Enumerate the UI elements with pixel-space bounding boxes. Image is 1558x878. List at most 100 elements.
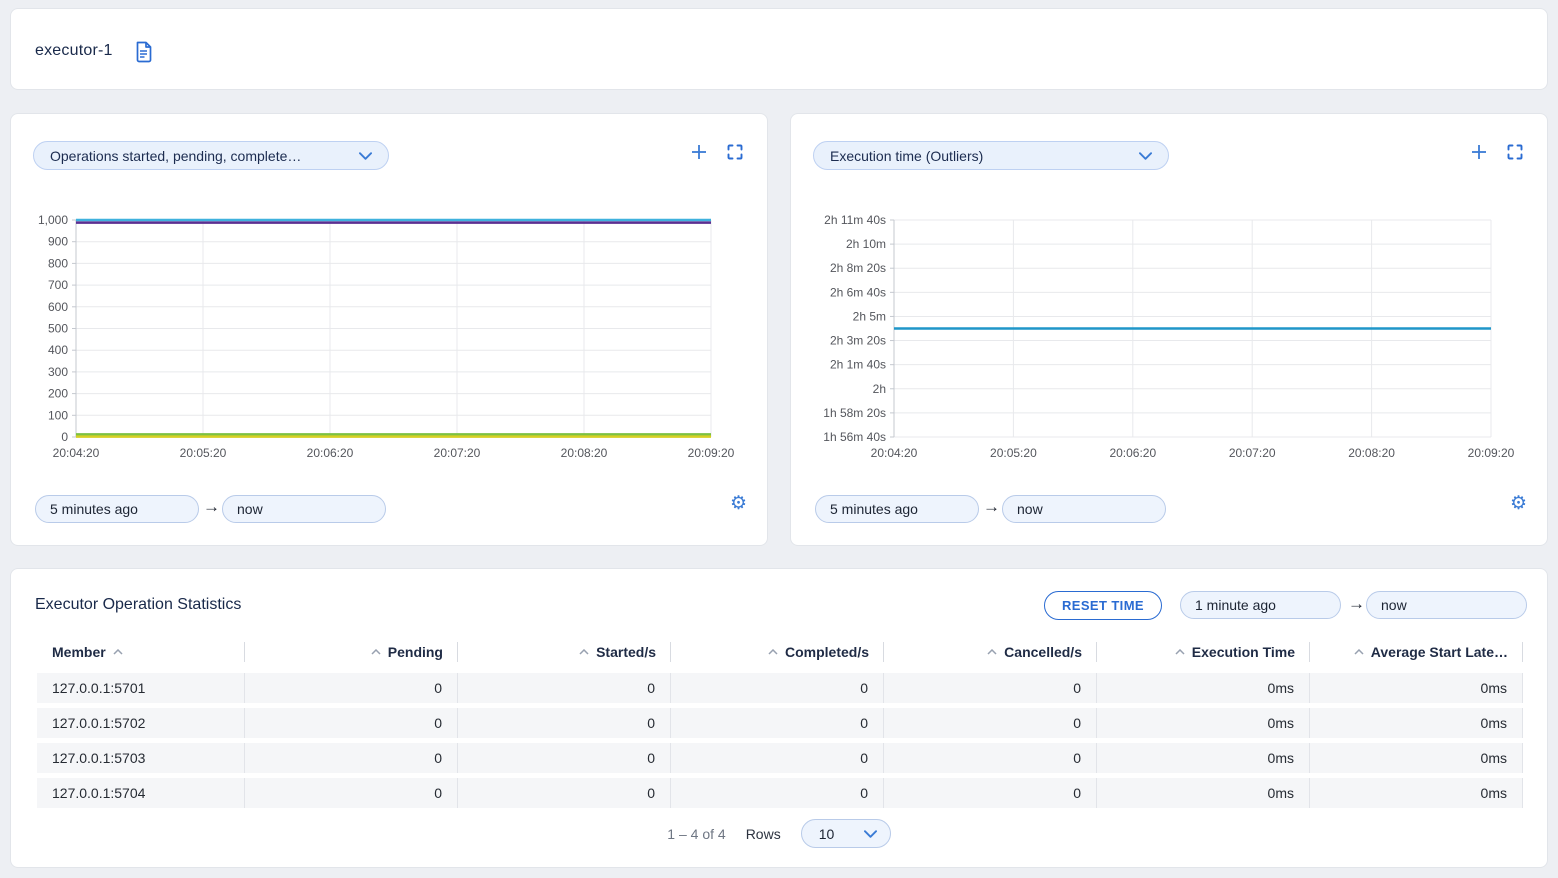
table-row[interactable]: 127.0.0.1:570100000ms0ms — [37, 673, 1523, 703]
svg-text:2h: 2h — [873, 382, 886, 396]
settings-gear-icon[interactable]: ⚙ — [730, 494, 747, 513]
value-cell: 0 — [245, 778, 458, 808]
value-cell: 0ms — [1097, 708, 1310, 738]
svg-text:600: 600 — [48, 300, 68, 314]
arrow-right-icon: → — [1348, 594, 1365, 614]
metric-select-execution-time[interactable]: Execution time (Outliers) — [813, 141, 1169, 170]
member-cell: 127.0.0.1:5701 — [37, 673, 245, 703]
svg-text:2h 11m 40s: 2h 11m 40s — [824, 213, 886, 227]
entity-header-card: executor-1 — [10, 8, 1548, 90]
svg-text:400: 400 — [48, 343, 68, 357]
svg-text:20:04:20: 20:04:20 — [871, 446, 918, 460]
pagination-range: 1 – 4 of 4 — [667, 826, 725, 842]
metric-select-operations[interactable]: Operations started, pending, complete… — [33, 141, 389, 170]
column-header-member[interactable]: Member — [37, 642, 245, 662]
svg-text:1,000: 1,000 — [38, 213, 68, 227]
value-cell: 0ms — [1310, 708, 1523, 738]
svg-text:2h 10m: 2h 10m — [846, 237, 886, 251]
document-icon[interactable] — [133, 41, 153, 63]
value-cell: 0ms — [1097, 673, 1310, 703]
svg-text:0: 0 — [61, 430, 68, 444]
svg-text:20:05:20: 20:05:20 — [180, 446, 227, 460]
arrow-right-icon: → — [983, 497, 1000, 517]
time-from-input[interactable] — [815, 495, 979, 523]
svg-text:300: 300 — [48, 365, 68, 379]
column-header-execution-time[interactable]: Execution Time — [1097, 642, 1310, 662]
fullscreen-icon[interactable] — [727, 144, 743, 160]
svg-text:20:08:20: 20:08:20 — [1348, 446, 1395, 460]
arrow-right-icon: → — [203, 497, 220, 517]
svg-text:20:05:20: 20:05:20 — [990, 446, 1037, 460]
svg-text:20:09:20: 20:09:20 — [688, 446, 735, 460]
svg-text:700: 700 — [48, 278, 68, 292]
metric-select-label: Operations started, pending, complete… — [50, 148, 301, 164]
time-from-input[interactable] — [35, 495, 199, 523]
value-cell: 0 — [884, 673, 1097, 703]
table-row[interactable]: 127.0.0.1:570300000ms0ms — [37, 743, 1523, 773]
stats-time-to-input[interactable] — [1366, 591, 1527, 619]
svg-text:2h 6m 40s: 2h 6m 40s — [830, 285, 886, 299]
add-chart-button[interactable] — [1471, 144, 1487, 160]
value-cell: 0 — [245, 743, 458, 773]
chart-panel-execution-time: Execution time (Outliers) 2h 11m 40s 2h 1… — [790, 113, 1548, 546]
time-to-input[interactable] — [1002, 495, 1166, 523]
column-header-pending[interactable]: Pending — [245, 642, 458, 662]
svg-text:2h 8m 20s: 2h 8m 20s — [830, 261, 886, 275]
rows-per-page-label: Rows — [746, 826, 781, 842]
column-header-average-start-late[interactable]: Average Start Late… — [1310, 642, 1523, 662]
svg-text:1h 58m 20s: 1h 58m 20s — [823, 406, 886, 420]
settings-gear-icon[interactable]: ⚙ — [1510, 494, 1527, 513]
svg-text:500: 500 — [48, 322, 68, 336]
value-cell: 0ms — [1310, 778, 1523, 808]
add-chart-button[interactable] — [691, 144, 707, 160]
rows-per-page-value: 10 — [819, 826, 835, 842]
value-cell: 0 — [245, 673, 458, 703]
value-cell: 0 — [884, 708, 1097, 738]
table-row[interactable]: 127.0.0.1:570200000ms0ms — [37, 708, 1523, 738]
time-to-input[interactable] — [222, 495, 386, 523]
svg-text:2h 3m 20s: 2h 3m 20s — [830, 334, 886, 348]
chevron-down-icon — [359, 152, 372, 160]
svg-text:20:06:20: 20:06:20 — [307, 446, 354, 460]
value-cell: 0ms — [1310, 743, 1523, 773]
stats-time-from-input[interactable] — [1180, 591, 1341, 619]
value-cell: 0 — [458, 708, 671, 738]
stats-table-header: MemberPendingStarted/sCompleted/sCancell… — [37, 637, 1523, 667]
svg-text:1h 56m 40s: 1h 56m 40s — [823, 430, 886, 444]
svg-text:900: 900 — [48, 235, 68, 249]
svg-text:2h 1m 40s: 2h 1m 40s — [830, 358, 886, 372]
chart-panel-operations: Operations started, pending, complete… 1… — [10, 113, 768, 546]
value-cell: 0 — [458, 778, 671, 808]
executor-statistics-panel: Executor Operation Statistics RESET TIME… — [10, 568, 1548, 868]
svg-text:2h 5m: 2h 5m — [853, 309, 886, 323]
member-cell: 127.0.0.1:5703 — [37, 743, 245, 773]
column-header-completed-s[interactable]: Completed/s — [671, 642, 884, 662]
value-cell: 0 — [671, 708, 884, 738]
svg-text:20:07:20: 20:07:20 — [1229, 446, 1276, 460]
stats-table: MemberPendingStarted/sCompleted/sCancell… — [37, 637, 1523, 813]
chevron-down-icon — [1139, 152, 1152, 160]
table-row[interactable]: 127.0.0.1:570400000ms0ms — [37, 778, 1523, 808]
column-header-cancelled-s[interactable]: Cancelled/s — [884, 642, 1097, 662]
reset-time-button[interactable]: RESET TIME — [1044, 591, 1162, 620]
svg-text:20:06:20: 20:06:20 — [1109, 446, 1156, 460]
stats-table-body: 127.0.0.1:570100000ms0ms127.0.0.1:570200… — [37, 673, 1523, 808]
value-cell: 0 — [671, 778, 884, 808]
operations-chart: 1,000 900 800 700 600 500 400 300 200 100 0 20:04:2… — [11, 210, 769, 470]
pagination: 1 – 4 of 4 Rows 10 — [11, 819, 1547, 848]
svg-text:200: 200 — [48, 387, 68, 401]
value-cell: 0ms — [1097, 743, 1310, 773]
svg-text:20:04:20: 20:04:20 — [53, 446, 100, 460]
svg-text:100: 100 — [48, 408, 68, 422]
column-header-started-s[interactable]: Started/s — [458, 642, 671, 662]
value-cell: 0 — [458, 743, 671, 773]
svg-text:800: 800 — [48, 256, 68, 270]
svg-text:20:09:20: 20:09:20 — [1468, 446, 1515, 460]
value-cell: 0 — [458, 673, 671, 703]
value-cell: 0ms — [1097, 778, 1310, 808]
chevron-down-icon — [864, 830, 877, 838]
value-cell: 0 — [245, 708, 458, 738]
fullscreen-icon[interactable] — [1507, 144, 1523, 160]
value-cell: 0 — [884, 778, 1097, 808]
rows-per-page-select[interactable]: 10 — [801, 819, 891, 848]
